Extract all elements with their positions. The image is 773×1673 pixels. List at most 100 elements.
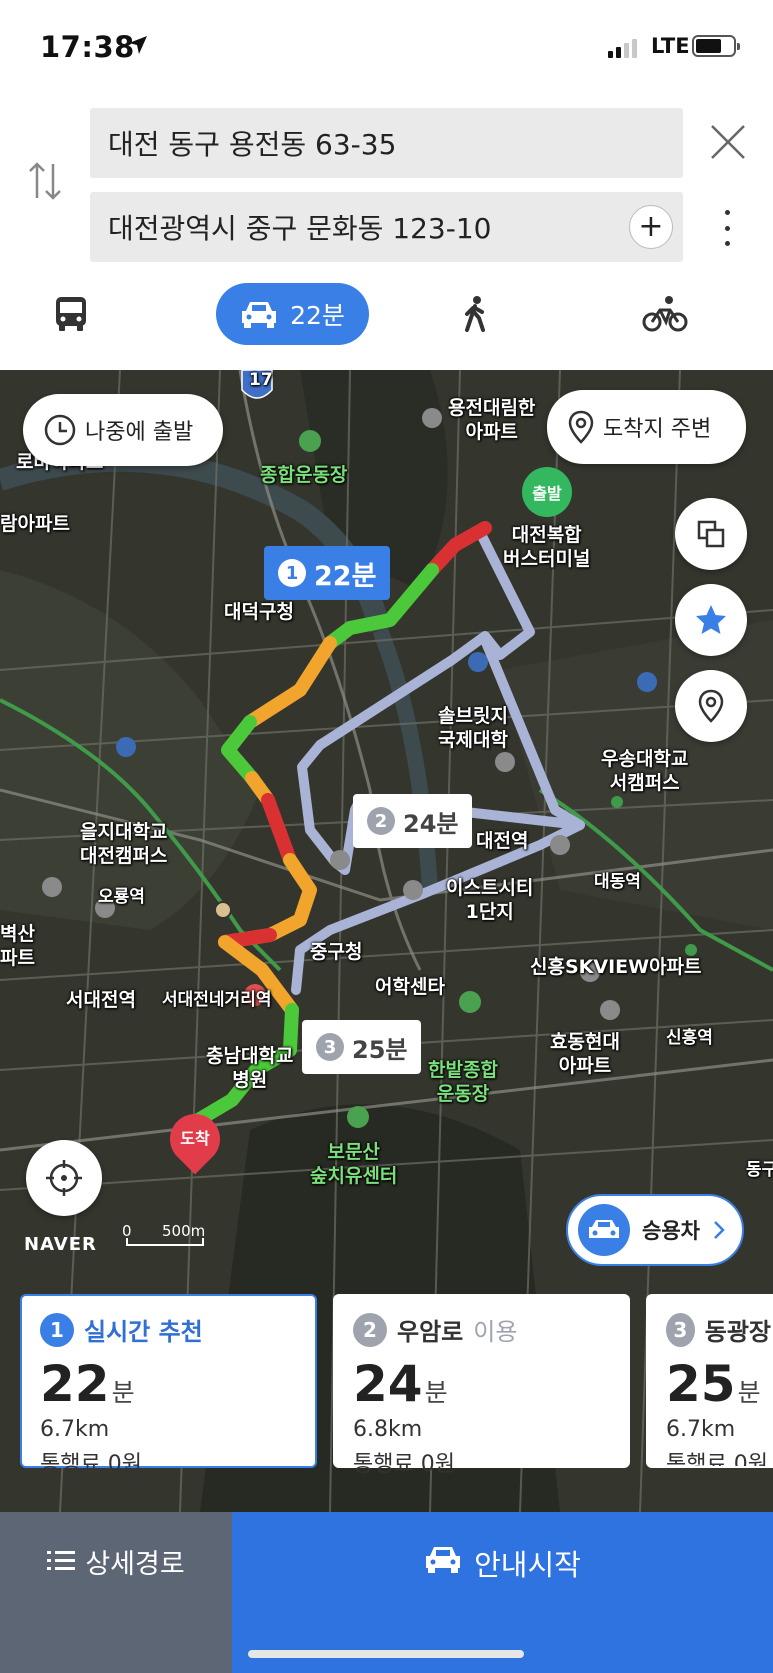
route-toll: 통행료 0원 [353,1452,455,1477]
map-label: 대전역 [476,830,529,852]
naver-logo: NAVER [24,1234,97,1255]
bicycle-icon [642,296,688,332]
route-toll: 통행료 0원 [666,1452,768,1468]
map-label: 보문산 숲치유센터 [310,1141,398,1187]
map-pin-icon [698,689,724,723]
map-label: 이스트시티 1단지 [446,877,534,923]
favorite-button[interactable] [675,584,747,656]
origin-field[interactable]: 대전 동구 용전동 63-35 [90,108,683,178]
map-label: 서대전역 [66,989,136,1011]
depart-later-button[interactable]: 나중에 출발 [23,394,223,466]
network-label: LTE [651,34,690,58]
callout-number: 3 [316,1033,344,1061]
route-number: 3 [666,1312,695,1347]
start-navigation-label: 안내시작 [474,1548,581,1582]
bus-icon [56,297,86,331]
crosshair-icon [46,1160,82,1196]
map-label: 효동현대 아파트 [550,1031,620,1077]
route-card-1[interactable]: 1 실시간 추천 22분 6.7km 통행료 0원 [20,1294,317,1477]
map-label: 오룡역 [98,887,145,907]
map-label: 우송대학교 서캠퍼스 [601,748,689,794]
route-subtitle: 이용 [473,1318,518,1346]
near-destination-button[interactable]: 도착지 주변 [547,390,746,464]
tab-transit[interactable] [50,283,92,345]
route-callout-3[interactable]: 3 25분 [302,1020,422,1074]
star-icon [696,605,726,634]
map-label: 대동역 [594,872,641,892]
route-time-unit: 분 [737,1378,761,1407]
route-time-unit: 분 [424,1378,448,1407]
map-label: 대덕구청 [224,601,294,623]
location-pin-icon [568,410,594,444]
end-pin-label: 도착 [180,1129,210,1148]
tab-walk[interactable] [460,283,492,345]
car-icon [242,302,277,328]
map-label: 솔브릿지 국제대학 [438,705,508,751]
more-options-icon[interactable] [720,210,734,246]
callout-number: 2 [367,807,395,835]
near-destination-label: 도착지 주변 [603,417,712,442]
map-label: 신흥역 [666,1028,713,1048]
map-label: 신흥SKVIEW아파트 [530,956,702,978]
clock-icon [44,414,76,446]
map-view[interactable]: 로바아파트 람아파트 용전대림한 아파트 종합운동장 대전복합 버스터미널 대덕… [0,370,773,1512]
map-label: 을지대학교 대전캠퍼스 [80,821,168,867]
tab-bike[interactable] [640,283,690,345]
status-bar: 17:38 LTE [0,0,773,95]
route-title: 우암로 [397,1318,464,1346]
start-navigation-button[interactable]: 안내시작 [232,1512,773,1673]
destination-field[interactable]: 대전광역시 중구 문화동 123-10 + [90,192,683,262]
route-number-label: 17 [249,370,273,390]
layers-icon [697,520,725,548]
start-pin[interactable]: 출발 [522,467,572,517]
vehicle-type-button[interactable]: 승용차 [566,1194,744,1266]
layer-button[interactable] [675,498,747,570]
depart-later-label: 나중에 출발 [85,420,194,445]
callout-time: 22분 [314,560,377,592]
route-card-2[interactable]: 2 우암로 이용 24분 6.8km 통행료 0원 [333,1294,630,1477]
origin-text: 대전 동구 용전동 63-35 [108,128,397,161]
map-label: 서대전네거리역 [162,990,272,1010]
car-icon [589,1220,619,1238]
map-label: 어학센타 [375,976,445,998]
route-time: 24 [353,1355,423,1413]
map-label: 중구청 [310,941,363,963]
detail-route-label: 상세경로 [85,1549,185,1580]
close-icon[interactable] [708,122,748,162]
place-pin-button[interactable] [675,670,747,742]
route-title: 동광장 [704,1318,771,1346]
swap-icon[interactable] [27,160,63,202]
battery-icon [692,35,740,57]
route-card-3[interactable]: 3 동광장 25분 6.7km 통행료 0원 [646,1294,773,1468]
add-waypoint-button[interactable]: + [629,205,673,249]
route-time: 25 [666,1355,736,1413]
route-distance: 6.8km [353,1417,423,1442]
route-distance: 6.7km [40,1417,110,1442]
route-callout-2[interactable]: 2 24분 [353,794,473,848]
map-scale: 0 500m [122,1222,212,1248]
walking-icon [465,296,485,332]
signal-icon [608,38,637,58]
detail-route-button[interactable]: 상세경로 [0,1512,232,1673]
home-indicator [248,1650,524,1658]
destination-text: 대전광역시 중구 문화동 123-10 [108,212,492,245]
route-toll: 통행료 0원 [40,1452,142,1477]
transport-mode-tabs: 22분 [0,283,773,348]
map-label: 벽산 파트 [0,923,35,969]
tab-car[interactable]: 22분 [216,283,369,345]
route-number: 1 [40,1312,74,1347]
callout-time: 25분 [352,1035,408,1064]
car-icon [426,1547,461,1573]
map-label: 용전대림한 아파트 [448,397,536,443]
route-title: 실시간 추천 [84,1318,203,1346]
route-time: 22 [40,1355,110,1413]
list-icon [47,1551,76,1570]
route-distance: 6.7km [666,1417,736,1442]
callout-time: 24분 [403,809,459,838]
car-time: 22분 [290,301,345,330]
map-label: 충남대학교 병원 [206,1045,294,1091]
my-location-button[interactable] [26,1140,102,1216]
vehicle-label: 승용차 [642,1219,700,1243]
route-callout-1[interactable]: 1 22분 [264,546,391,600]
end-pin[interactable]: 도착 [159,1103,231,1175]
